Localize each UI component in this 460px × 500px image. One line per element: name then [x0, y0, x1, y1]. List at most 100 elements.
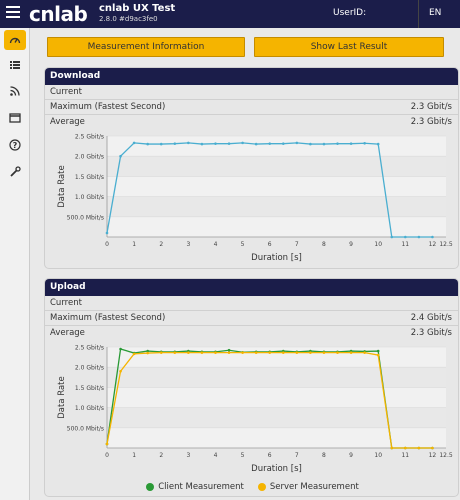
download-chart: 500.0 Mbit/s 1.0 Gbit/s 1.5 Gbit/s 2.0 Gbit…	[57, 134, 453, 264]
x-tick-label: 4	[214, 452, 218, 459]
x-tick-label: 3	[186, 241, 190, 248]
data-point	[105, 231, 109, 235]
x-tick-label: 8	[322, 241, 326, 248]
x-tick-label: 6	[268, 241, 272, 248]
x-tick-label: 4	[214, 241, 218, 248]
plot-band	[107, 156, 446, 177]
x-axis-label: Duration [s]	[251, 253, 302, 263]
plot-band	[107, 407, 446, 428]
data-point	[173, 142, 177, 145]
speedometer-icon	[9, 37, 21, 44]
download-average-value: 2.3 Gbit/s	[410, 117, 452, 127]
upload-current-label: Current	[50, 298, 82, 308]
download-average-row: Average 2.3 Gbit/s	[45, 115, 458, 129]
sidebar-item-help[interactable]: ?	[4, 135, 26, 155]
download-max-row: Maximum (Fastest Second) 2.3 Gbit/s	[45, 100, 458, 114]
data-point	[349, 351, 353, 354]
y-axis-label: Data Rate	[57, 376, 67, 419]
data-point	[336, 142, 339, 145]
plot-band	[107, 136, 446, 157]
data-point	[322, 142, 326, 146]
x-tick-label: 3	[186, 452, 190, 459]
y-tick-label: 2.0 Gbit/s	[75, 154, 104, 161]
data-point	[173, 351, 177, 354]
data-point	[146, 351, 149, 355]
x-tick-label: 0	[105, 452, 109, 459]
download-current-label: Current	[50, 87, 82, 97]
client-legend-swatch	[146, 483, 155, 491]
language-value: EN	[429, 8, 442, 18]
measurement-information-button[interactable]: Measurement Information	[47, 37, 245, 57]
upload-max-row: Maximum (Fastest Second) 2.4 Gbit/s	[45, 311, 458, 325]
data-point	[295, 351, 299, 354]
y-tick-label: 2.0 Gbit/s	[75, 365, 104, 372]
data-point	[309, 351, 312, 354]
sidebar-item-results[interactable]	[4, 55, 26, 75]
x-tick-label: 0	[105, 241, 109, 248]
plot-band	[107, 196, 446, 217]
upload-current-row: Current	[45, 296, 458, 310]
legend-client-label: Client Measurement	[158, 482, 244, 492]
data-point	[281, 142, 285, 145]
svg-text:?: ?	[13, 141, 18, 150]
sidebar-item-tools[interactable]	[4, 162, 26, 182]
data-point	[322, 351, 326, 354]
plot-band	[107, 216, 446, 237]
window-icon	[9, 113, 21, 123]
download-panel: Download Current Maximum (Fastest Second…	[44, 67, 459, 269]
data-point	[376, 349, 380, 353]
svg-text:cnlab: cnlab	[29, 2, 87, 26]
y-tick-label: 500.0 Mbit/s	[67, 214, 104, 221]
upload-panel-title: Upload	[45, 279, 458, 296]
list-icon	[10, 61, 20, 69]
data-point	[431, 235, 434, 239]
data-point	[241, 141, 244, 145]
y-tick-label: 1.0 Gbit/s	[75, 194, 104, 201]
x-tick-label: 12	[429, 452, 437, 459]
data-point	[349, 142, 353, 145]
data-point	[119, 369, 122, 373]
data-point	[295, 141, 299, 145]
rss-icon	[10, 86, 20, 96]
data-point	[159, 142, 163, 146]
upload-max-label: Maximum (Fastest Second)	[50, 313, 166, 323]
data-point	[268, 142, 272, 145]
data-point	[431, 446, 434, 450]
upload-panel: Upload Current Maximum (Fastest Second) …	[44, 278, 459, 497]
y-tick-label: 2.5 Gbit/s	[75, 345, 104, 352]
x-tick-label: 2	[159, 452, 163, 459]
cnlab-logo: cnlab	[29, 2, 88, 26]
y-tick-label: 1.5 Gbit/s	[75, 385, 104, 392]
plot-band	[107, 347, 446, 368]
data-point	[241, 351, 244, 354]
app-title: cnlab UX Test	[99, 3, 176, 14]
hamburger-menu-icon[interactable]	[6, 6, 20, 20]
upload-average-value: 2.3 Gbit/s	[410, 328, 452, 338]
sidebar-item-window[interactable]	[4, 108, 26, 128]
show-last-result-button[interactable]: Show Last Result	[254, 37, 444, 57]
sidebar-item-speedtest[interactable]	[4, 30, 26, 50]
x-tick-label: 12.5	[439, 241, 453, 248]
data-point	[268, 351, 272, 354]
data-point	[214, 142, 217, 145]
wrench-icon	[10, 166, 21, 177]
sidebar-item-feed[interactable]	[4, 81, 26, 101]
legend-item-client[interactable]: Client Measurement	[146, 480, 244, 494]
data-point	[376, 353, 380, 357]
x-tick-label: 10	[374, 241, 382, 248]
x-tick-label: 9	[349, 452, 353, 459]
data-point	[363, 141, 366, 145]
download-average-label: Average	[50, 117, 85, 127]
download-panel-title: Download	[45, 68, 458, 85]
server-legend-swatch	[257, 483, 266, 491]
upload-max-value: 2.4 Gbit/s	[410, 313, 452, 323]
data-point	[336, 351, 339, 354]
y-tick-label: 1.5 Gbit/s	[75, 174, 104, 181]
data-point	[227, 351, 231, 354]
legend-item-server[interactable]: Server Measurement	[257, 480, 359, 494]
y-tick-label: 2.5 Gbit/s	[75, 134, 104, 141]
x-tick-label: 2	[159, 241, 163, 248]
language-select[interactable]: EN	[418, 0, 460, 28]
help-icon: ?	[9, 139, 21, 151]
data-point	[200, 142, 204, 146]
